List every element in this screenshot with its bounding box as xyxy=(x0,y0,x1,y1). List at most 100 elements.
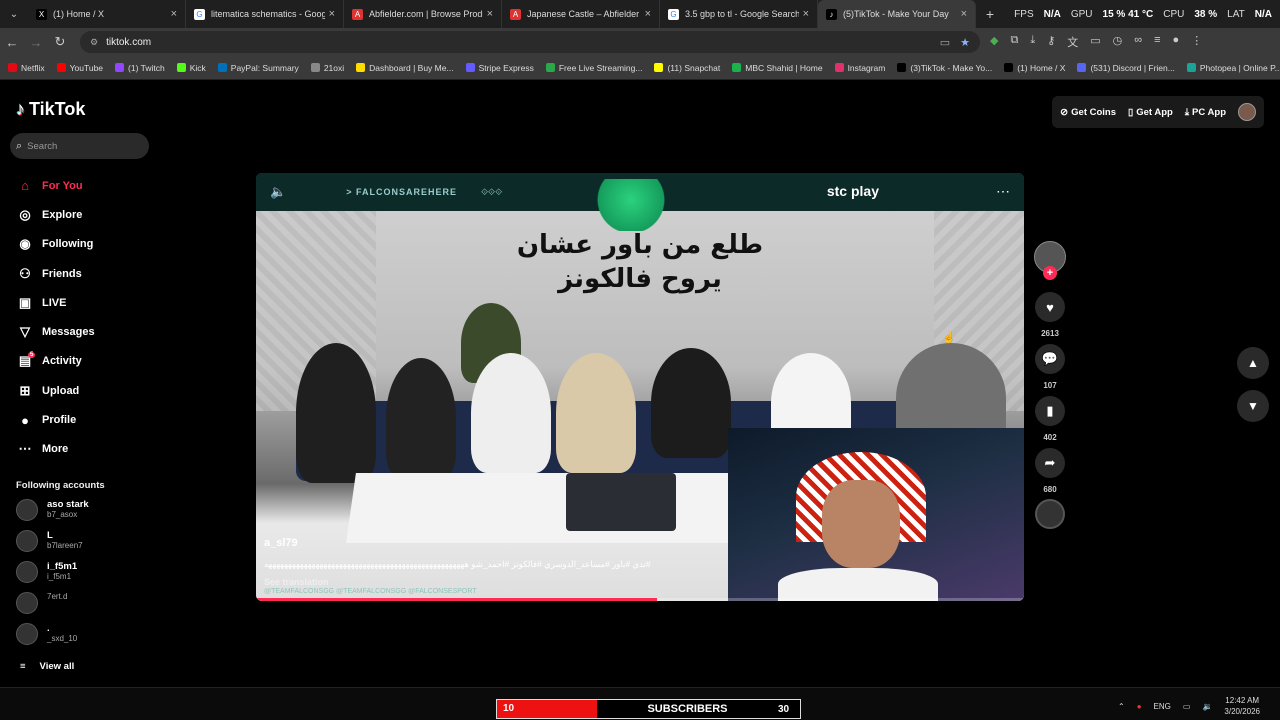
bookmark-label: Photopea | Online P... xyxy=(1199,62,1280,73)
profile-icon[interactable]: ● xyxy=(1173,34,1180,50)
video-author[interactable]: a_sl79 xyxy=(264,537,298,549)
close-icon[interactable]: × xyxy=(329,8,335,20)
share-button[interactable]: ➦ 680 xyxy=(1034,448,1066,494)
volume-icon[interactable]: 🔈 xyxy=(270,184,286,200)
browser-menu-icon[interactable]: ⋮ xyxy=(1191,34,1202,50)
translate-icon[interactable]: 文 xyxy=(1067,34,1078,50)
bookmark-star-icon[interactable]: ★ xyxy=(960,36,970,49)
view-all-button[interactable]: ≡ View all xyxy=(20,661,74,672)
mic-icon[interactable]: ● xyxy=(1137,702,1142,711)
bookmark-item[interactable]: PayPal: Summary xyxy=(217,63,299,73)
tab-5[interactable]: ♪ (5)TikTok - Make Your Day × xyxy=(818,0,976,28)
bookmark-item[interactable]: (1) Home / X xyxy=(1004,63,1065,73)
bookmark-favicon-icon xyxy=(654,63,664,72)
get-coins-button[interactable]: ⊘ Get Coins xyxy=(1060,107,1116,118)
new-tab-button[interactable]: + xyxy=(976,6,1004,22)
reload-icon[interactable]: ↻ xyxy=(48,34,72,50)
close-icon[interactable]: × xyxy=(803,8,809,20)
bookmark-item[interactable]: MBC Shahid | Home xyxy=(732,63,823,73)
sidebar-item-upload[interactable]: ⊞ Upload xyxy=(16,376,95,405)
bookmark-item[interactable]: Kick xyxy=(176,63,206,73)
following-account-item[interactable]: i_f5m1 i_f5m1 xyxy=(16,561,77,583)
following-account-item[interactable]: . _sxd_10 xyxy=(16,623,77,645)
next-video-button[interactable]: ▼ xyxy=(1237,390,1269,422)
user-avatar[interactable] xyxy=(1238,103,1256,121)
sidebar-item-for-you[interactable]: ⌂ For You xyxy=(16,171,95,200)
video-progress-bar[interactable] xyxy=(256,598,1024,601)
download-icon[interactable]: ⤓ xyxy=(1030,34,1035,50)
sidebar-item-label: More xyxy=(42,443,69,456)
bookmark-item[interactable]: Stripe Express xyxy=(465,63,534,73)
sidebar-item-live[interactable]: ▣ LIVE xyxy=(16,288,95,317)
network-icon[interactable]: ▭ xyxy=(1183,702,1191,711)
bookmark-item[interactable]: (11) Snapchat xyxy=(654,63,720,73)
sidebar-item-activity[interactable]: ▤ 5 Activity xyxy=(16,347,95,376)
clock[interactable]: 12:42 AM 3/20/2026 xyxy=(1224,695,1260,717)
tab-2[interactable]: A Abfielder.com | Browse Products × xyxy=(344,0,502,28)
friends-icon: ⚇ xyxy=(19,265,31,281)
close-icon[interactable]: × xyxy=(487,8,493,20)
video-more-icon[interactable]: ⋯ xyxy=(996,183,1010,200)
tab-search-button[interactable]: ⌄ xyxy=(0,0,28,28)
bookmark-item[interactable]: YouTube xyxy=(56,63,103,73)
following-account-item[interactable]: Lb7lareen7 xyxy=(16,530,83,552)
tab-4[interactable]: G 3.5 gbp to tl - Google Search × xyxy=(660,0,818,28)
tab-0[interactable]: X (1) Home / X × xyxy=(28,0,186,28)
site-info-icon[interactable]: ⚙ xyxy=(90,37,98,48)
list-icon: ≡ xyxy=(20,661,26,672)
pc-app-button[interactable]: ⤓ PC App xyxy=(1185,107,1226,118)
sidebar-item-friends[interactable]: ⚇ Friends xyxy=(16,259,95,288)
tab-3[interactable]: A Japanese Castle – Abfielder Pre × xyxy=(502,0,660,28)
music-disc-icon[interactable] xyxy=(1035,499,1065,529)
bookmark-item[interactable]: (531) Discord | Frien... xyxy=(1077,63,1175,73)
sidebar-item-more[interactable]: ⋯ More xyxy=(16,435,95,464)
bookmark-item[interactable]: Instagram xyxy=(834,63,885,73)
bookmark-item[interactable]: 21oxi xyxy=(310,63,344,73)
previous-video-button[interactable]: ▲ xyxy=(1237,347,1269,379)
close-icon[interactable]: × xyxy=(961,8,967,20)
close-icon[interactable]: × xyxy=(645,8,651,20)
volume-icon[interactable]: 🔉 xyxy=(1202,702,1212,711)
bookmark-item[interactable]: (3)TikTok - Make Yo... xyxy=(897,63,992,73)
reading-list-icon[interactable]: ≡ xyxy=(1154,34,1160,50)
sidebar-item-messages[interactable]: ▽ Messages xyxy=(16,317,95,346)
forward-icon[interactable]: → xyxy=(24,35,48,50)
address-bar[interactable]: ⚙ tiktok.com ▭ ★ xyxy=(80,31,980,53)
bookmark-item[interactable]: (1) Twitch xyxy=(115,63,165,73)
subscriber-goal-widget: 10 SUBSCRIBERS 30 xyxy=(496,699,801,719)
bookmark-item[interactable]: Photopea | Online P... xyxy=(1186,62,1280,73)
back-icon[interactable]: ← xyxy=(0,35,24,50)
comment-button[interactable]: 💬 107 xyxy=(1034,344,1066,390)
sidebar-item-following[interactable]: ◉ Following xyxy=(16,230,95,259)
following-account-item[interactable]: aso stark b7_asox xyxy=(16,499,89,521)
get-app-button[interactable]: ▯ Get App xyxy=(1128,107,1173,118)
follow-plus-icon[interactable]: + xyxy=(1043,266,1057,280)
close-icon[interactable]: × xyxy=(171,8,177,20)
sidebar-item-profile[interactable]: ● Profile xyxy=(16,405,95,434)
search-input[interactable]: ⌕ Search xyxy=(10,133,149,159)
video-banner: 🔈 > FALCONSAREHERE ⟐⟐⟐ stc play ⋯ xyxy=(256,173,1024,231)
following-account-item[interactable]: 7ert.d xyxy=(16,592,67,614)
shield-extension-icon[interactable]: ◆ xyxy=(990,34,998,50)
tab-1[interactable]: Glitematica schematics - Google × xyxy=(186,0,344,28)
key-icon[interactable]: ⚷ xyxy=(1047,34,1055,50)
account-name: aso stark xyxy=(47,499,89,510)
sidebar-item-explore[interactable]: ◎ Explore xyxy=(16,200,95,229)
video-player[interactable]: 🔈 > FALCONSAREHERE ⟐⟐⟐ stc play ⋯ طلع من… xyxy=(256,173,1024,601)
tray-chevron-icon[interactable]: ⌃ xyxy=(1118,702,1125,711)
see-translation-link[interactable]: See translation xyxy=(264,577,329,587)
caption-line-2: يروح فالكونز xyxy=(558,264,722,294)
language-indicator[interactable]: ENG xyxy=(1154,702,1171,711)
bookmark-item[interactable]: Netflix xyxy=(8,63,45,73)
save-button[interactable]: ▮ 402 xyxy=(1034,396,1066,442)
bookmark-item[interactable]: Dashboard | Buy Me... xyxy=(356,63,454,73)
cast-icon[interactable]: ▭ xyxy=(940,36,950,49)
history-icon[interactable]: ◷ xyxy=(1113,34,1123,50)
link-icon[interactable]: ∞ xyxy=(1134,34,1142,50)
card-icon[interactable]: ▭ xyxy=(1090,34,1100,50)
extensions-icon[interactable]: ⧉ xyxy=(1010,34,1018,50)
tiktok-logo[interactable]: ♪ TikTok xyxy=(16,99,85,120)
profile-avatar-icon: ● xyxy=(21,412,29,428)
like-button[interactable]: ♥ 2613 xyxy=(1034,292,1066,338)
bookmark-item[interactable]: Free Live Streaming... xyxy=(545,63,642,73)
